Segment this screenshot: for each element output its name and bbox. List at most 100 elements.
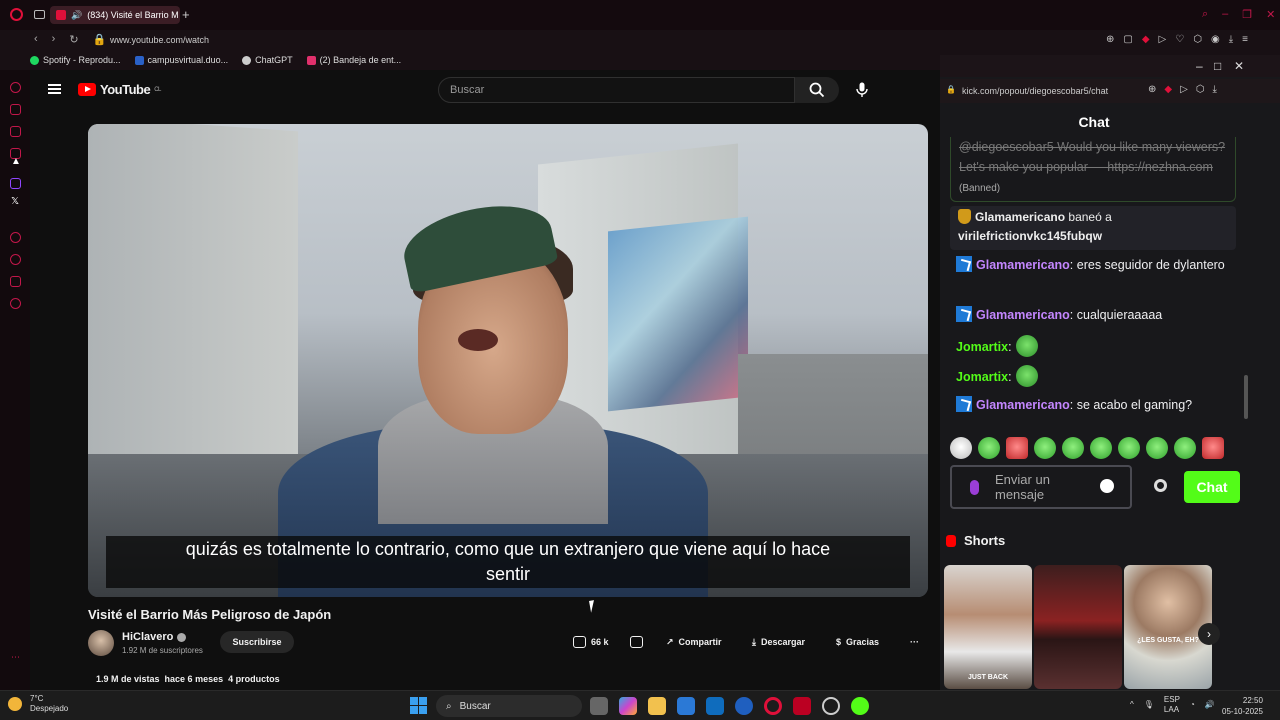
search-button[interactable] — [795, 77, 839, 103]
play-icon[interactable]: ▷ — [1180, 84, 1188, 95]
menu-icon[interactable]: ≡ — [1242, 34, 1248, 45]
channel-avatar[interactable] — [88, 630, 114, 656]
chevron-right-icon[interactable]: › — [1198, 623, 1220, 645]
new-tab-button[interactable]: + — [182, 7, 190, 22]
play-icon[interactable]: ▷ — [1159, 34, 1167, 45]
sidebar-item-history-icon[interactable] — [10, 82, 21, 93]
copilot-icon[interactable] — [619, 697, 637, 715]
bookmark-chatgpt[interactable]: ChatGPT — [242, 55, 293, 65]
reload-icon[interactable]: ↻ — [69, 33, 78, 46]
chat-url-bar[interactable]: 🔒 kick.com/popout/diegoescobar5/chat ⊕ ◆… — [940, 79, 1280, 103]
start-button[interactable] — [410, 697, 427, 714]
dislike-button[interactable] — [624, 631, 649, 653]
sidebar-item-settings-icon[interactable] — [10, 298, 21, 309]
sidebar-item-extension-icon[interactable] — [10, 276, 21, 287]
chat-settings-icon[interactable] — [1154, 479, 1167, 492]
maximize-icon[interactable]: □ — [1214, 59, 1221, 73]
sidebar-item-whatsapp-icon[interactable] — [10, 126, 21, 137]
subscribe-button[interactable]: Suscribirse — [220, 631, 294, 653]
emote-icon[interactable] — [978, 437, 1000, 459]
heart-icon[interactable]: ♡ — [1175, 34, 1184, 45]
sidebar-item-ai-icon[interactable]: ▲ — [11, 156, 21, 167]
moderator-name[interactable]: Glamamericano — [975, 210, 1065, 224]
bookmark-spotify[interactable]: Spotify - Reprodu... — [30, 55, 121, 65]
short-thumbnail[interactable] — [1034, 565, 1122, 689]
pin-icon[interactable]: ⊕ — [1106, 34, 1114, 45]
emoji-picker-icon[interactable] — [1100, 479, 1114, 493]
task-view-icon[interactable] — [590, 697, 608, 715]
chat-username[interactable]: Jomartix — [956, 370, 1008, 384]
speaker-icon[interactable]: 🔊 — [71, 10, 82, 21]
emote-icon[interactable] — [1062, 437, 1084, 459]
opera-logo-icon[interactable] — [10, 8, 23, 21]
maximize-icon[interactable]: ❐ — [1242, 8, 1252, 21]
close-icon[interactable]: ✕ — [1234, 59, 1244, 73]
more-actions-button[interactable]: ··· — [904, 631, 925, 653]
weather-widget[interactable]: 7°C Despejado — [8, 694, 68, 714]
emote-icon[interactable] — [1146, 437, 1168, 459]
app-icon[interactable] — [735, 697, 753, 715]
shield-icon[interactable]: ◆ — [1142, 34, 1150, 45]
minimize-icon[interactable]: – — [1196, 59, 1203, 73]
share-button[interactable]: ↗ Compartir — [660, 631, 728, 653]
clock[interactable]: 22:50 05-10-2025 — [1222, 695, 1263, 717]
app-icon[interactable] — [793, 697, 811, 715]
extensions-icon[interactable]: ⬡ — [1196, 84, 1205, 95]
taskbar-search[interactable]: ⌕ Buscar — [436, 695, 582, 717]
sidebar-item-twitch-icon[interactable] — [10, 178, 21, 189]
chat-scrollbar[interactable] — [1244, 375, 1248, 419]
short-thumbnail[interactable]: JUST BACK — [944, 565, 1032, 689]
products-link[interactable]: 4 productos — [228, 674, 280, 684]
banned-user-name[interactable]: virilefrictionvkc145fubqw — [958, 229, 1102, 243]
sidebar-item-clock-icon[interactable] — [10, 232, 21, 243]
like-button[interactable]: 66 k — [567, 631, 615, 653]
file-explorer-icon[interactable] — [648, 697, 666, 715]
sidebar-item-x-icon[interactable]: 𝕏 — [11, 196, 19, 207]
channel-name[interactable]: HiClavero — [122, 631, 187, 643]
menu-icon[interactable] — [48, 84, 61, 94]
chevron-up-icon[interactable]: ^ — [1130, 700, 1134, 710]
language-indicator[interactable]: ESP LAA — [1164, 695, 1180, 715]
chat-username[interactable]: Glamamericano — [976, 258, 1070, 272]
bookmark-instagram[interactable]: (2) Bandeja de ent... — [306, 55, 401, 65]
minimize-icon[interactable]: – — [1222, 8, 1228, 21]
chat-username[interactable]: Jomartix — [956, 340, 1008, 354]
opera-icon[interactable] — [764, 697, 782, 715]
zoom-icon[interactable]: ⊕ — [1148, 84, 1156, 95]
wallet-icon[interactable]: ◉ — [1211, 34, 1220, 45]
snapshot-icon[interactable]: ▢ — [1123, 34, 1132, 45]
microphone-icon[interactable] — [970, 479, 979, 495]
search-tabs-icon[interactable]: ⌕ — [1202, 8, 1208, 21]
emote-icon[interactable] — [1202, 437, 1224, 459]
send-chat-button[interactable]: Chat — [1184, 471, 1240, 503]
app-icon[interactable] — [822, 697, 840, 715]
url-text[interactable]: www.youtube.com/watch — [110, 35, 209, 45]
microphone-icon[interactable]: 🎙 — [1144, 700, 1154, 710]
active-tab[interactable]: 🔊 (834) Visité el Barrio M — [50, 6, 180, 24]
outlook-icon[interactable] — [706, 697, 724, 715]
chat-username[interactable]: Glamamericano — [976, 308, 1070, 322]
store-icon[interactable] — [677, 697, 695, 715]
emote-icon[interactable] — [1174, 437, 1196, 459]
shield-icon[interactable]: ◆ — [1164, 84, 1172, 95]
sidebar-item-timer-icon[interactable] — [10, 254, 21, 265]
emote-icon[interactable] — [950, 437, 972, 459]
emote-icon[interactable] — [1034, 437, 1056, 459]
tab-manager-icon[interactable] — [34, 10, 45, 19]
sidebar-more-icon[interactable]: ⋯ — [11, 652, 20, 663]
emote-icon[interactable] — [1118, 437, 1140, 459]
chat-username[interactable]: Glamamericano — [976, 398, 1070, 412]
extensions-icon[interactable]: ⬡ — [1193, 34, 1202, 45]
download-button[interactable]: ⤓ Descargar — [746, 631, 812, 653]
bookmark-campus[interactable]: campusvirtual.duo... — [134, 55, 228, 65]
network-icon[interactable]: ◔ — [1190, 700, 1195, 710]
thanks-button[interactable]: $ Gracias — [830, 631, 886, 653]
sidebar-item-messenger-icon[interactable] — [10, 104, 21, 115]
download-icon[interactable]: ⤓ — [1229, 34, 1233, 45]
close-icon[interactable]: ✕ — [1266, 8, 1275, 21]
emote-icon[interactable] — [1090, 437, 1112, 459]
volume-icon[interactable]: 🔊 — [1205, 700, 1215, 710]
download-icon[interactable]: ⤓ — [1213, 84, 1217, 95]
video-player[interactable]: quizás es totalmente lo contrario, como … — [88, 124, 928, 597]
youtube-logo[interactable]: YouTube CL — [78, 82, 161, 97]
